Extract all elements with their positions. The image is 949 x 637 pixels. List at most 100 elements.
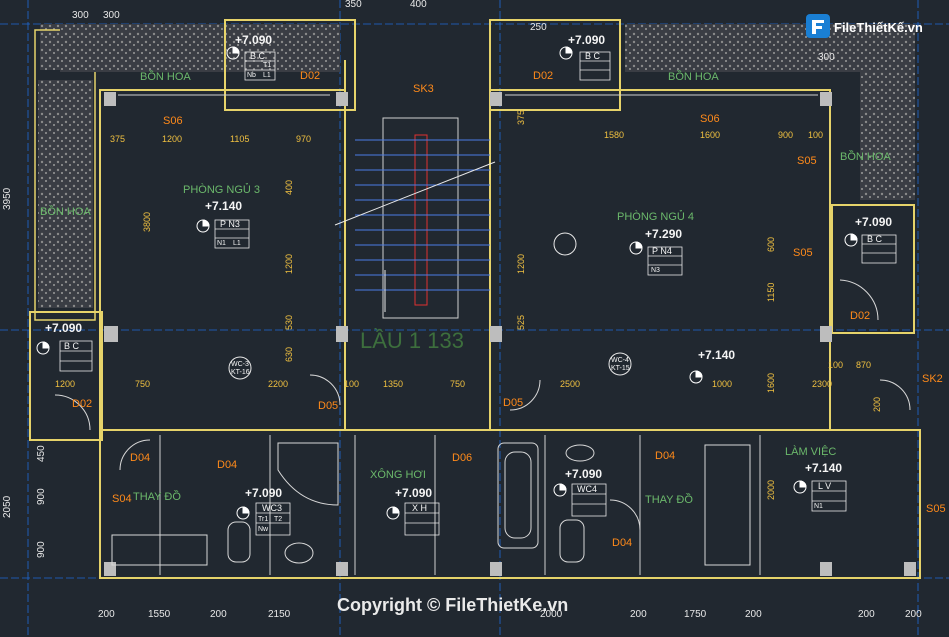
room-label: XÔNG HƠI <box>370 468 426 481</box>
room-tag: WC3 <box>262 503 282 513</box>
finish-code: N1 <box>217 240 226 247</box>
dimension-label: 970 <box>296 134 311 144</box>
dimension-label: 1750 <box>684 609 707 620</box>
finish-code: T2 <box>274 516 282 523</box>
dimension-label: 300 <box>72 10 89 21</box>
elevation-label: +7.140 <box>698 348 735 362</box>
dimension-label: 2050 <box>2 495 13 518</box>
dimension-label: 200 <box>858 609 875 620</box>
elevation-label: +7.090 <box>45 321 82 335</box>
door-code: D04 <box>655 450 675 462</box>
dimension-label: 1580 <box>604 130 624 140</box>
elevation-label: +7.090 <box>565 467 602 481</box>
room-label: THAY ĐỒ <box>645 493 693 506</box>
dimension-label: 375 <box>516 110 526 125</box>
staircase <box>334 117 496 319</box>
dimension-label: 900 <box>36 488 47 505</box>
cad-floor-plan: LẦU 1 133 PHÒNG NGỦ 3 PHÒNG NGỦ 4 BỒN HO… <box>0 0 949 637</box>
dimension-label: 100 <box>808 130 823 140</box>
door-code: D02 <box>300 70 320 82</box>
dimension-label: 750 <box>135 379 150 389</box>
room-label: LÀM VIỆC <box>785 445 836 458</box>
elevation-label: +7.140 <box>805 461 842 475</box>
dimension-label: 1200 <box>284 254 294 274</box>
dimension-label: 400 <box>410 0 427 10</box>
dimension-label: 200 <box>745 609 762 620</box>
dimension-label: 630 <box>284 347 294 362</box>
dimension-label: 200 <box>210 609 227 620</box>
plan-drawing: LẦU 1 133 PHÒNG NGỦ 3 PHÒNG NGỦ 4 BỒN HO… <box>0 0 949 637</box>
dimension-label: 1200 <box>516 254 526 274</box>
door-code: SK3 <box>413 83 434 95</box>
room-label: BỒN HOA <box>140 70 191 83</box>
copyright-watermark: Copyright © FileThietKe.vn <box>337 595 568 615</box>
dimension-label: 2000 <box>766 480 776 500</box>
dimension-label: 900 <box>36 541 47 558</box>
room-tag: X H <box>412 503 427 513</box>
dimension-label: 450 <box>36 445 47 462</box>
room-label: PHÒNG NGỦ 3 <box>183 183 260 196</box>
section-mark: KT-16 <box>231 369 250 376</box>
door-code: S05 <box>926 503 946 515</box>
dimension-label: 300 <box>818 52 835 63</box>
dimension-label: 2150 <box>268 609 291 620</box>
dimension-label: 525 <box>516 315 526 330</box>
dimension-label: 750 <box>450 379 465 389</box>
dimension-label: 400 <box>284 180 294 195</box>
dimension-label: 200 <box>98 609 115 620</box>
floor-label: LẦU 1 133 <box>360 328 464 353</box>
dimension-label: 1150 <box>766 283 776 302</box>
finish-code: N1 <box>814 503 823 510</box>
dimension-label: 900 <box>778 130 793 140</box>
site-logo: FileThiếtKế.vn <box>806 12 946 42</box>
room-label: BỒN HOA <box>840 150 891 163</box>
dimension-label: 870 <box>856 360 871 370</box>
finish-code: L1 <box>263 72 271 79</box>
dimension-label: 1000 <box>712 379 732 389</box>
elevation-label: +7.090 <box>568 33 605 47</box>
room-tag: B C <box>867 234 883 244</box>
finish-code: N3 <box>651 267 660 274</box>
dimension-label: 1105 <box>230 134 249 144</box>
dimension-label: 600 <box>766 237 776 252</box>
finish-code: Nb <box>247 72 256 79</box>
dimension-label: 200 <box>872 397 882 412</box>
dimension-label: 2300 <box>812 379 832 389</box>
dimension-label: 250 <box>530 22 547 33</box>
section-mark: WC-4 <box>611 357 629 364</box>
section-mark: WC-3 <box>231 361 249 368</box>
door-code: S05 <box>793 247 813 259</box>
door-code: D04 <box>130 452 150 464</box>
dimension-label: 100 <box>828 360 843 370</box>
door-code: D05 <box>318 400 338 412</box>
dimension-label: 2200 <box>268 379 288 389</box>
finish-code: Nw <box>258 526 269 533</box>
logo-icon: FileThiếtKế.vn <box>806 14 923 38</box>
dimension-label: 200 <box>630 609 647 620</box>
room-label: BỒN HOA <box>40 205 91 218</box>
dimension-label: 350 <box>345 0 362 10</box>
room-tag: P N4 <box>652 246 672 256</box>
door-code: D04 <box>612 537 632 549</box>
dimension-label: 375 <box>110 134 125 144</box>
planter-left <box>34 24 340 321</box>
planter-right <box>625 24 915 200</box>
room-tag: B C <box>585 51 601 61</box>
dimension-label: 1200 <box>55 379 75 389</box>
room-tag: WC4 <box>577 484 597 494</box>
dimension-label: 3950 <box>2 187 13 210</box>
room-label: BỒN HOA <box>668 70 719 83</box>
elevation-label: +7.140 <box>205 199 242 213</box>
elevation-label: +7.290 <box>645 227 682 241</box>
door-code: S05 <box>797 155 817 167</box>
room-tag: B C <box>64 341 80 351</box>
dimension-label: 1550 <box>148 609 171 620</box>
room-tag: B C <box>250 51 266 61</box>
door-code: D04 <box>217 459 237 471</box>
door-code: SK2 <box>922 373 943 385</box>
dimension-label: 530 <box>284 315 294 330</box>
elevation-label: +7.090 <box>855 215 892 229</box>
dimension-label: 1600 <box>700 130 720 140</box>
door-code: D02 <box>533 70 553 82</box>
door-code: S06 <box>163 115 183 127</box>
